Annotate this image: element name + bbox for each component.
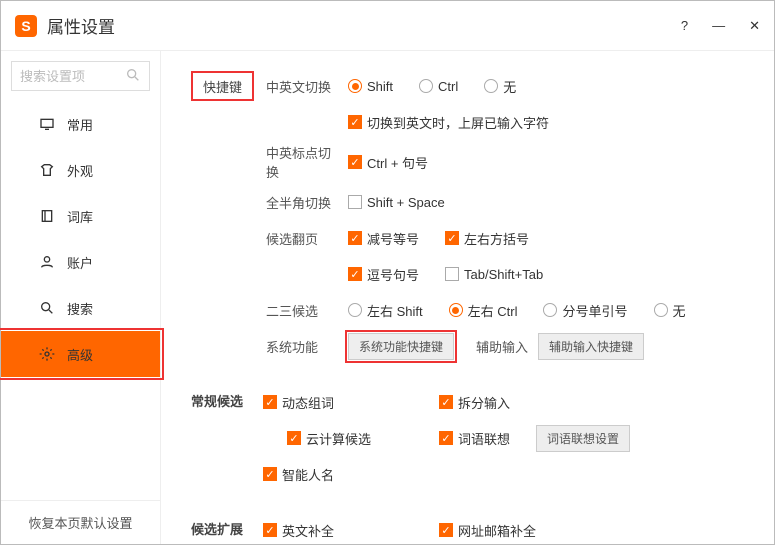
system-hotkey-button[interactable]: 系统功能快捷键 xyxy=(348,333,454,360)
checkbox-smart-name[interactable]: 智能人名 xyxy=(263,465,334,484)
sidebar-label: 高级 xyxy=(67,345,93,364)
checkbox-dynamic-word[interactable]: 动态组词 xyxy=(263,393,413,412)
minimize-icon[interactable]: — xyxy=(712,18,725,34)
search-input[interactable] xyxy=(20,69,125,84)
row-label-width: 全半角切换 xyxy=(266,193,338,212)
sidebar-item-account[interactable]: 账户 xyxy=(1,239,160,285)
restore-defaults-button[interactable]: 恢复本页默认设置 xyxy=(1,500,160,544)
row-label-aux: 辅助输入 xyxy=(476,337,528,356)
shirt-icon xyxy=(39,162,55,178)
sidebar-item-appearance[interactable]: 外观 xyxy=(1,147,160,193)
checkbox-keep-input[interactable]: 切换到英文时，上屏已输入字符 xyxy=(348,113,549,132)
app-logo: S xyxy=(15,15,37,37)
checkbox-assoc[interactable]: 词语联想 xyxy=(439,429,510,448)
radio-semi-quote[interactable]: 分号单引号 xyxy=(543,301,627,320)
checkbox-brackets[interactable]: 左右方括号 xyxy=(445,229,529,248)
user-icon xyxy=(39,254,55,270)
sidebar-item-search[interactable]: 搜索 xyxy=(1,285,160,331)
assoc-settings-button[interactable]: 词语联想设置 xyxy=(536,425,630,452)
sidebar-label: 外观 xyxy=(67,161,93,180)
row-label-page: 候选翻页 xyxy=(266,229,338,248)
radio-ctrl[interactable]: Ctrl xyxy=(419,79,458,94)
checkbox-comma-period[interactable]: 逗号句号 xyxy=(348,265,419,284)
monitor-icon xyxy=(39,116,55,132)
checkbox-cloud[interactable]: 云计算候选 xyxy=(263,429,413,448)
search-box[interactable] xyxy=(11,61,150,91)
radio-lr-shift[interactable]: 左右 Shift xyxy=(348,301,423,320)
row-label-cn-en: 中英文切换 xyxy=(266,77,338,96)
sidebar-label: 常用 xyxy=(67,115,93,134)
sidebar-label: 账户 xyxy=(67,253,93,272)
checkbox-en-complete[interactable]: 英文补全 xyxy=(263,521,413,540)
row-label-punct: 中英标点切换 xyxy=(266,143,338,181)
radio-lr-ctrl[interactable]: 左右 Ctrl xyxy=(449,301,518,320)
search-icon xyxy=(39,300,55,316)
radio-shift[interactable]: Shift xyxy=(348,79,393,94)
window-title: 属性设置 xyxy=(47,13,115,38)
checkbox-shift-space[interactable]: Shift + Space xyxy=(348,195,445,210)
help-icon[interactable]: ? xyxy=(681,18,688,34)
sidebar-item-general[interactable]: 常用 xyxy=(1,101,160,147)
sidebar-item-dict[interactable]: 词库 xyxy=(1,193,160,239)
sidebar-label: 搜索 xyxy=(67,299,93,318)
close-icon[interactable]: ✕ xyxy=(749,18,760,34)
section-general-label: 常规候选 xyxy=(191,387,263,489)
search-icon[interactable] xyxy=(125,67,141,86)
radio-none2[interactable]: 无 xyxy=(654,301,686,320)
sidebar: 常用 外观 词库 账户 搜索 高级 恢复本页默认设置 xyxy=(1,51,161,544)
checkbox-ctrl-period[interactable]: Ctrl + 句号 xyxy=(348,153,428,172)
book-icon xyxy=(39,208,55,224)
row-label-cand23: 二三候选 xyxy=(266,301,338,320)
section-hotkey-label: 快捷键 xyxy=(191,71,254,101)
radio-none[interactable]: 无 xyxy=(484,77,516,96)
row-label-sys: 系统功能 xyxy=(266,337,338,356)
aux-hotkey-button[interactable]: 辅助输入快捷键 xyxy=(538,333,644,360)
checkbox-tab[interactable]: Tab/Shift+Tab xyxy=(445,267,543,282)
content-panel: 快捷键 中英文切换 Shift Ctrl 无 切换到英文时，上屏已输入字符 中英… xyxy=(161,51,774,544)
sidebar-label: 词库 xyxy=(67,207,93,226)
sidebar-item-advanced[interactable]: 高级 xyxy=(1,331,160,377)
gear-icon xyxy=(39,346,55,362)
section-expand-label: 候选扩展 xyxy=(191,515,263,544)
checkbox-split-input[interactable]: 拆分输入 xyxy=(439,393,510,412)
checkbox-url-email[interactable]: 网址邮箱补全 xyxy=(439,521,536,540)
checkbox-minus-equal[interactable]: 减号等号 xyxy=(348,229,419,248)
